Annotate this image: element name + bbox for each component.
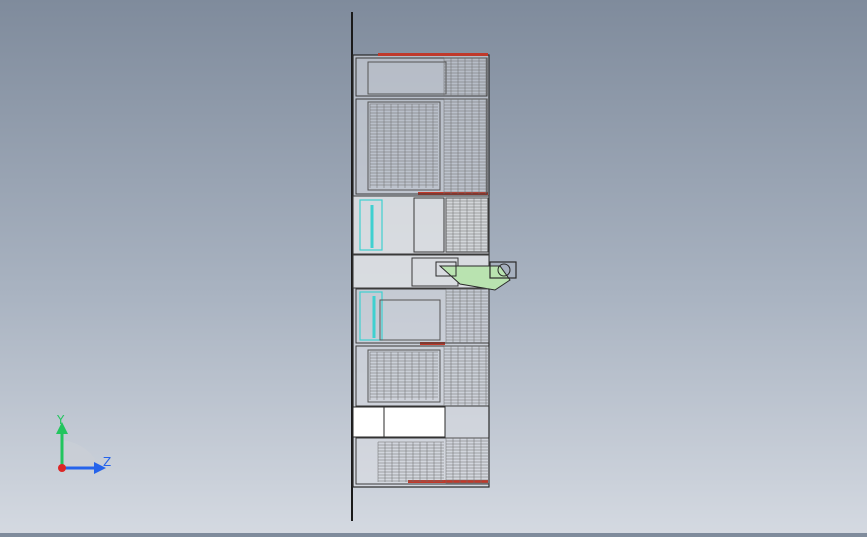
view-orientation-triad: Y Z xyxy=(56,413,111,474)
white-panel xyxy=(352,406,446,438)
z-axis-label: Z xyxy=(103,455,111,469)
model-drawing xyxy=(351,12,517,521)
x-axis-dot xyxy=(58,464,66,472)
red-accent-top xyxy=(378,53,488,56)
y-axis-label: Y xyxy=(56,413,65,427)
graphics-viewport[interactable]: Y Z xyxy=(0,0,867,533)
